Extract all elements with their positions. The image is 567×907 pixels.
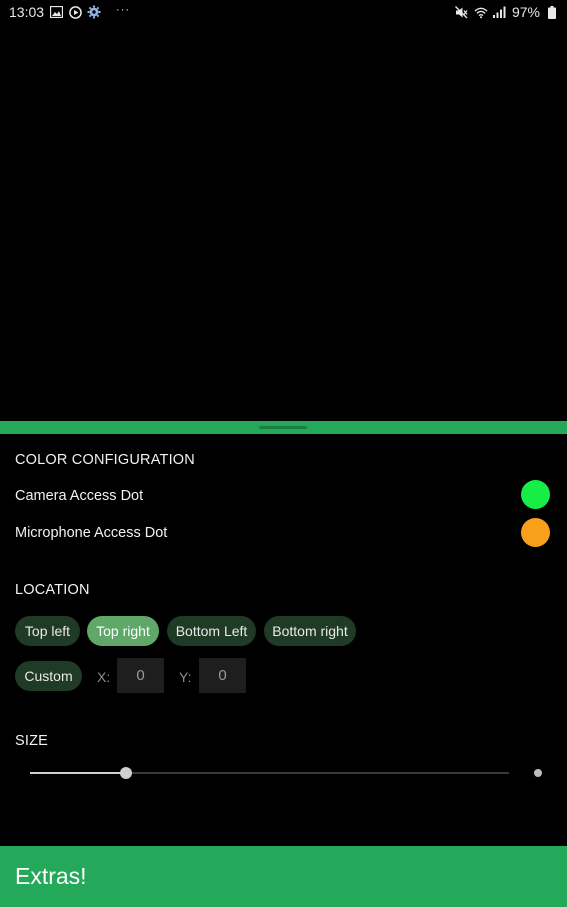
y-input[interactable] [199,658,246,693]
more-notifications: ··· [116,3,131,16]
location-custom-chip[interactable]: Custom [15,661,82,691]
mic-color-dot[interactable] [521,518,550,547]
mute-icon [455,5,469,19]
color-config-title: COLOR CONFIGURATION [15,452,195,468]
settings-sheet: COLOR CONFIGURATION Camera Access Dot Mi… [0,434,567,846]
play-icon [68,5,82,19]
status-bar: 13:03 ··· 97% [0,0,567,24]
status-bar-right: 97% [455,4,559,20]
image-icon [49,5,63,19]
settings-gear-icon [87,5,101,19]
location-top-left-chip[interactable]: Top left [15,616,80,646]
x-label: X: [97,669,111,685]
x-input[interactable] [117,658,164,693]
location-title: LOCATION [15,582,90,598]
sheet-handle-bar[interactable] [0,421,567,434]
size-title: SIZE [15,733,49,749]
screen: 13:03 ··· 97% COLOR CONFIGURATION Camera… [0,0,567,907]
status-bar-left: 13:03 ··· [9,3,131,21]
slider-end-dot [534,769,542,777]
y-label: Y: [179,669,192,685]
battery-percent: 97% [511,4,540,20]
mic-dot-label: Microphone Access Dot [15,525,168,541]
location-bottom-right-chip[interactable]: Bottom right [264,616,356,646]
extras-label: Extras! [15,863,87,889]
size-slider-fill [30,772,126,774]
battery-icon [545,5,559,19]
wifi-icon [474,5,488,19]
status-time: 13:03 [9,4,45,20]
size-slider-thumb[interactable] [119,767,132,779]
location-bottom-left-chip[interactable]: Bottom Left [167,616,256,646]
camera-color-dot[interactable] [521,480,550,509]
signal-icon [493,5,507,19]
drag-handle[interactable] [259,426,307,429]
size-slider[interactable] [30,767,509,779]
camera-dot-label: Camera Access Dot [15,488,144,504]
extras-button[interactable]: Extras! [0,846,567,907]
location-top-right-chip[interactable]: Top right [87,616,159,646]
